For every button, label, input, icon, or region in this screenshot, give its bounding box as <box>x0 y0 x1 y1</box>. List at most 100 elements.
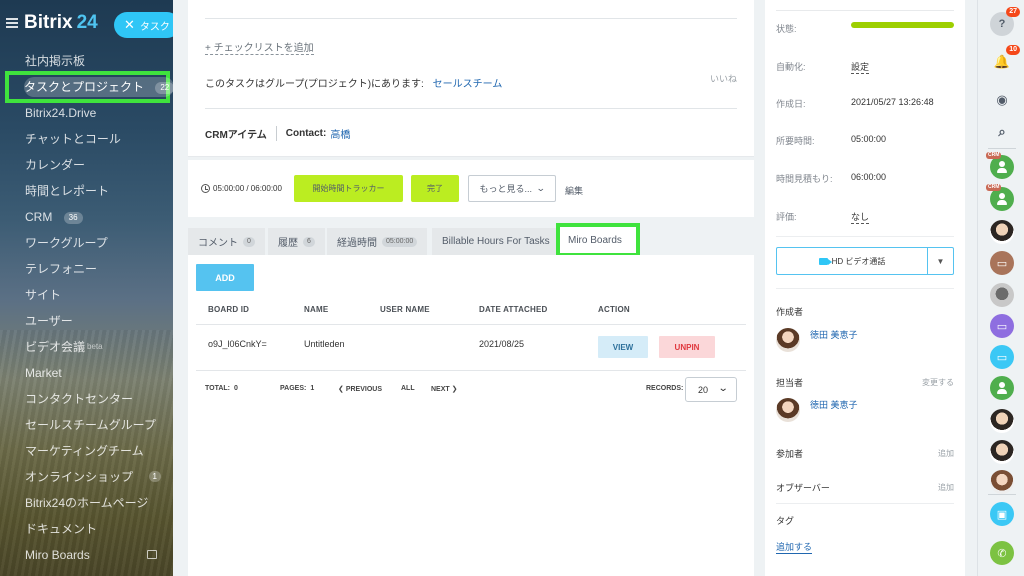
edit-link[interactable]: 編集 <box>565 184 583 197</box>
add-tag-link[interactable]: 追加する <box>776 540 813 554</box>
hamburger-menu-icon[interactable] <box>6 18 18 28</box>
assignee-name[interactable]: 徳田 美恵子 <box>810 398 858 411</box>
contact-icon[interactable] <box>990 376 1014 400</box>
next-page-link[interactable]: NEXT ❯ <box>431 385 458 393</box>
add-participant-link[interactable]: 追加 <box>938 448 954 459</box>
sidebar-item-users[interactable]: ユーザー <box>0 308 173 334</box>
video-chat-icon[interactable]: ▭ <box>990 251 1014 275</box>
clock-icon <box>201 184 210 193</box>
next-label: NEXT <box>431 386 450 393</box>
search-icon[interactable]: ⌕ <box>990 120 1014 144</box>
pages-value: 1 <box>310 385 315 392</box>
tab-label: Billable Hours For Tasks <box>442 236 550 247</box>
sidebar-item-video-conf[interactable]: ビデオ会議 beta <box>0 334 173 360</box>
status-label: 状態: <box>776 24 797 34</box>
table-divider <box>196 370 746 371</box>
sidebar-item-tasks[interactable]: タスクとプロジェクト 22 <box>5 71 173 103</box>
automation-setting-link[interactable]: 設定 <box>851 60 870 74</box>
column-header-name: NAME <box>304 305 329 314</box>
user-avatar[interactable] <box>990 470 1014 494</box>
change-assignee-link[interactable]: 変更する <box>922 377 954 388</box>
add-observer-link[interactable]: 追加 <box>938 482 954 493</box>
sidebar-item-time-reports[interactable]: 時間とレポート <box>0 178 173 204</box>
sidebar-item-contact-center[interactable]: コンタクトセンター <box>0 386 173 412</box>
more-dropdown[interactable]: もっと見る... ⌄ <box>468 175 556 202</box>
tab-history[interactable]: 履歴 6 <box>268 228 325 255</box>
crm-contact-icon[interactable]: CRM <box>986 152 1014 179</box>
group-link[interactable]: セールスチーム <box>433 79 503 90</box>
sidebar-item-chat[interactable]: チャットとコール <box>0 126 173 152</box>
divider <box>205 18 737 19</box>
records-per-page-select[interactable]: 20 ⌄ <box>685 377 737 402</box>
tab-miro-boards[interactable]: Miro Boards <box>556 223 640 257</box>
sidebar-item-crm[interactable]: CRM 36 <box>0 204 173 230</box>
tab-elapsed-time[interactable]: 経過時間 05:00:00 <box>327 228 428 255</box>
view-button[interactable]: VIEW <box>598 336 648 358</box>
video-call-main[interactable]: HD ビデオ通話 <box>777 256 927 267</box>
user-avatar[interactable] <box>990 283 1014 307</box>
sidebar-item-bulletin[interactable]: 社内掲示板 <box>0 48 173 74</box>
phone-icon[interactable]: ✆ <box>990 541 1014 565</box>
cell-date: 2021/08/25 <box>479 339 525 349</box>
sidebar-item-telephony[interactable]: テレフォニー <box>0 256 173 282</box>
screen-share-icon[interactable]: ▣ <box>990 502 1014 526</box>
add-board-button[interactable]: ADD <box>196 264 254 291</box>
sidebar-item-online-shop[interactable]: オンラインショップ 1 <box>0 464 173 490</box>
logo-text[interactable]: Bitrix <box>24 12 73 34</box>
sidebar-item-drive[interactable]: Bitrix24.Drive <box>0 100 173 126</box>
start-tracker-button[interactable]: 開始時間トラッカー <box>294 175 403 202</box>
column-header-board-id: BOARD ID <box>208 305 250 314</box>
sidebar-item-marketing[interactable]: マーケティングチーム <box>0 438 173 464</box>
user-avatar[interactable] <box>990 409 1014 433</box>
user-avatar[interactable] <box>990 220 1014 244</box>
sidebar-item-homepage[interactable]: Bitrix24のホームページ <box>0 490 173 516</box>
crm-contact-icon[interactable]: CRM <box>986 184 1014 211</box>
tab-count: 0 <box>243 236 255 247</box>
sidebar-item-workgroups[interactable]: ワークグループ <box>0 230 173 256</box>
logo-number[interactable]: 24 <box>77 12 98 34</box>
sidebar-item-label: コンタクトセンター <box>25 392 134 406</box>
sidebar-item-sites[interactable]: サイト <box>0 282 173 308</box>
all-pages-link[interactable]: ALL <box>401 385 415 392</box>
creator-person[interactable]: 徳田 美恵子 <box>776 328 858 352</box>
user-avatar[interactable] <box>990 440 1014 464</box>
cell-board-id: o9J_l06CnkY= <box>208 339 267 349</box>
video-chat-icon[interactable]: ▭ <box>990 314 1014 338</box>
task-close-button[interactable]: ✕ タスク <box>114 12 173 38</box>
contact-link[interactable]: 高橋 <box>330 126 350 141</box>
tab-billable-hours[interactable]: Billable Hours For Tasks <box>432 228 560 255</box>
video-call-label: HD ビデオ通話 <box>831 256 886 266</box>
previous-page-link[interactable]: ❮ PREVIOUS <box>338 385 382 393</box>
sidebar-item-label: タスクとプロジェクト <box>24 80 145 94</box>
tab-label: コメント <box>198 238 238 249</box>
sidebar-item-documents[interactable]: ドキュメント <box>0 516 173 542</box>
sidebar-item-miro-boards[interactable]: Miro Boards <box>0 542 173 568</box>
estimate-row: 時間見積もり: 06:00:00 <box>776 168 954 188</box>
sidebar-item-market[interactable]: Market <box>0 360 173 386</box>
tab-comments[interactable]: コメント 0 <box>188 228 265 255</box>
help-badge: 27 <box>1006 7 1020 17</box>
video-call-dropdown[interactable]: ▼ <box>927 248 953 274</box>
automation-label: 自動化: <box>776 62 806 72</box>
divider <box>988 148 1016 149</box>
complete-button[interactable]: 完了 <box>411 175 459 202</box>
add-checklist-link[interactable]: + チェックリストを追加 <box>205 39 314 55</box>
pages-label: PAGES: <box>280 385 307 392</box>
video-call-button[interactable]: HD ビデオ通話 ▼ <box>776 247 954 275</box>
chat-bubble-icon[interactable]: ◉ <box>990 88 1014 112</box>
like-button[interactable]: いいね <box>710 72 737 85</box>
column-header-date: DATE ATTACHED <box>479 305 548 314</box>
divider <box>776 288 954 289</box>
unpin-button[interactable]: UNPIN <box>659 336 715 358</box>
bell-icon[interactable]: 🔔 10 <box>990 45 1020 74</box>
rating-select[interactable]: なし <box>851 210 870 224</box>
video-chat-icon[interactable]: ▭ <box>990 345 1014 369</box>
cell-name: Untitleden <box>304 339 345 349</box>
assignee-person[interactable]: 徳田 美恵子 <box>776 398 858 422</box>
help-icon[interactable]: ? 27 <box>990 7 1020 36</box>
rating-label: 評価: <box>776 212 797 222</box>
creator-name[interactable]: 徳田 美恵子 <box>810 328 858 341</box>
sidebar-item-sales-group[interactable]: セールスチームグループ <box>0 412 173 438</box>
sidebar-item-calendar[interactable]: カレンダー <box>0 152 173 178</box>
sidebar-item-label: 社内掲示板 <box>25 54 86 68</box>
